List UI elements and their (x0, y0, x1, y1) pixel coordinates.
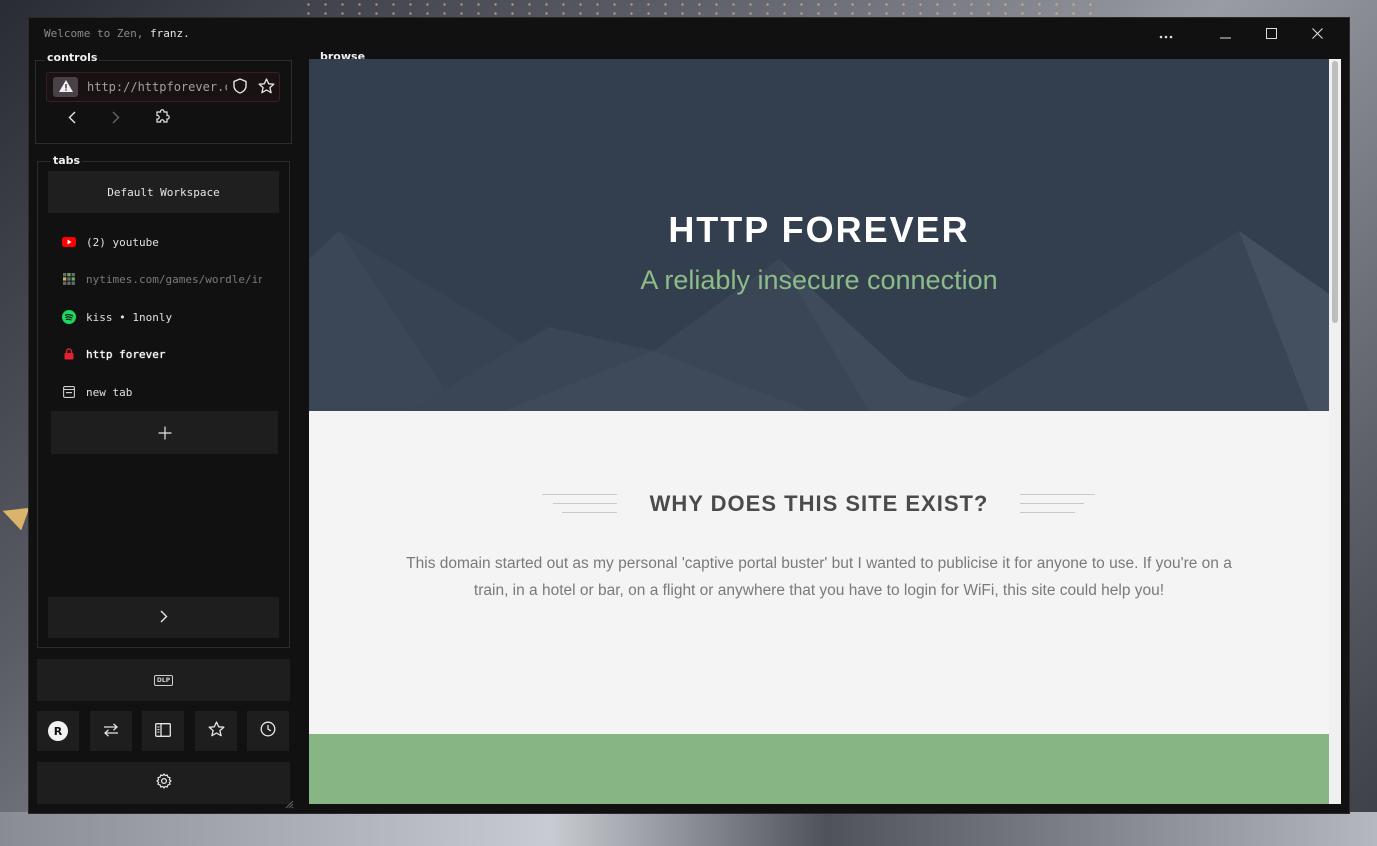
close-icon (1311, 27, 1323, 43)
maximize-button[interactable] (1248, 18, 1294, 52)
bookmarks-button[interactable] (195, 711, 237, 751)
wallpaper-sparkles (300, 0, 1100, 18)
plus-icon (158, 421, 172, 445)
url-input[interactable]: http://httpforever.com/ (87, 80, 227, 94)
close-button[interactable] (1294, 18, 1340, 52)
new-tab-icon (62, 385, 76, 399)
scrollbar-thumb[interactable] (1332, 61, 1338, 323)
star-icon (208, 721, 225, 741)
shield-icon (233, 78, 247, 98)
green-section (309, 734, 1329, 804)
controls-label: controls (45, 51, 100, 64)
swap-button[interactable] (90, 711, 132, 751)
web-content[interactable]: HTTP FOREVER A reliably insecure connect… (309, 59, 1341, 804)
sidebar-icon (155, 722, 171, 741)
chevron-right-icon (160, 608, 168, 627)
tab-new-tab[interactable]: new tab (62, 382, 262, 402)
resize-grip[interactable] (284, 794, 294, 809)
welcome-prefix: Welcome to Zen, (44, 27, 144, 40)
tab-label: new tab (86, 385, 133, 399)
sidebar-toggle-button[interactable] (142, 711, 184, 751)
forward-button[interactable] (104, 107, 128, 129)
clock-icon (260, 721, 276, 741)
url-bar[interactable]: http://httpforever.com/ (46, 72, 280, 102)
tab-label: kiss • 1nonly (86, 310, 173, 324)
minimize-icon (1219, 28, 1231, 43)
new-tab-button[interactable] (51, 411, 278, 454)
page-scrollbar[interactable] (1329, 59, 1341, 804)
warning-icon (58, 78, 74, 97)
back-button[interactable] (60, 107, 84, 129)
lock-icon (62, 347, 76, 361)
bookmark-star-button[interactable] (257, 78, 275, 98)
tracking-protection-button[interactable] (231, 78, 249, 98)
hero-title: HTTP FOREVER (668, 209, 970, 250)
maximize-icon (1265, 27, 1277, 43)
tab-spotify[interactable]: kiss • 1nonly (62, 307, 262, 327)
dlp-button[interactable]: DLP (37, 659, 290, 701)
wallpaper-bottom (0, 812, 1377, 846)
tabs-label: tabs (51, 154, 83, 167)
settings-button[interactable] (37, 762, 290, 804)
menu-button[interactable] (1143, 18, 1189, 52)
swap-arrows-icon (103, 722, 119, 741)
star-icon (258, 78, 275, 98)
chevron-left-icon (68, 109, 76, 128)
youtube-icon (62, 235, 76, 249)
section-paragraph: This domain started out as my personal '… (406, 555, 1232, 599)
workspace-button[interactable]: Default Workspace (48, 171, 279, 213)
tab-youtube[interactable]: (2) youtube (62, 232, 262, 252)
insecure-warning-button[interactable] (53, 77, 78, 97)
dlp-icon: DLP (153, 674, 174, 686)
minimize-button[interactable] (1202, 18, 1248, 52)
wordle-grid-icon (62, 272, 76, 286)
tab-label: nytimes.com/games/wordle/index.html (86, 272, 262, 286)
chevron-right-icon (112, 109, 120, 128)
history-button[interactable] (247, 711, 289, 751)
extensions-button[interactable] (151, 107, 175, 129)
avatar: R (48, 721, 68, 741)
tab-label: (2) youtube (86, 235, 159, 249)
profile-button[interactable]: R (37, 711, 79, 751)
gear-icon (155, 773, 172, 793)
section-heading: WHY DOES THIS SITE EXIST? (649, 491, 989, 516)
expand-sidebar-button[interactable] (48, 597, 279, 638)
puzzle-icon (155, 108, 171, 128)
tab-label: http forever (86, 347, 166, 361)
browser-window: Welcome to Zen, franz. controls http://h… (28, 17, 1350, 814)
wallpaper-shape (0, 499, 30, 531)
hero-section: HTTP FOREVER A reliably insecure connect… (309, 59, 1329, 411)
tab-http-forever[interactable]: http forever (62, 344, 262, 364)
username: franz. (149, 27, 190, 40)
hero-subtitle: A reliably insecure connection (640, 265, 998, 295)
welcome-message: Welcome to Zen, franz. (44, 27, 190, 40)
ellipsis-icon (1159, 28, 1173, 43)
titlebar: Welcome to Zen, franz. (29, 18, 1349, 54)
tab-wordle[interactable]: nytimes.com/games/wordle/index.html (62, 269, 262, 289)
spotify-icon (62, 310, 76, 324)
